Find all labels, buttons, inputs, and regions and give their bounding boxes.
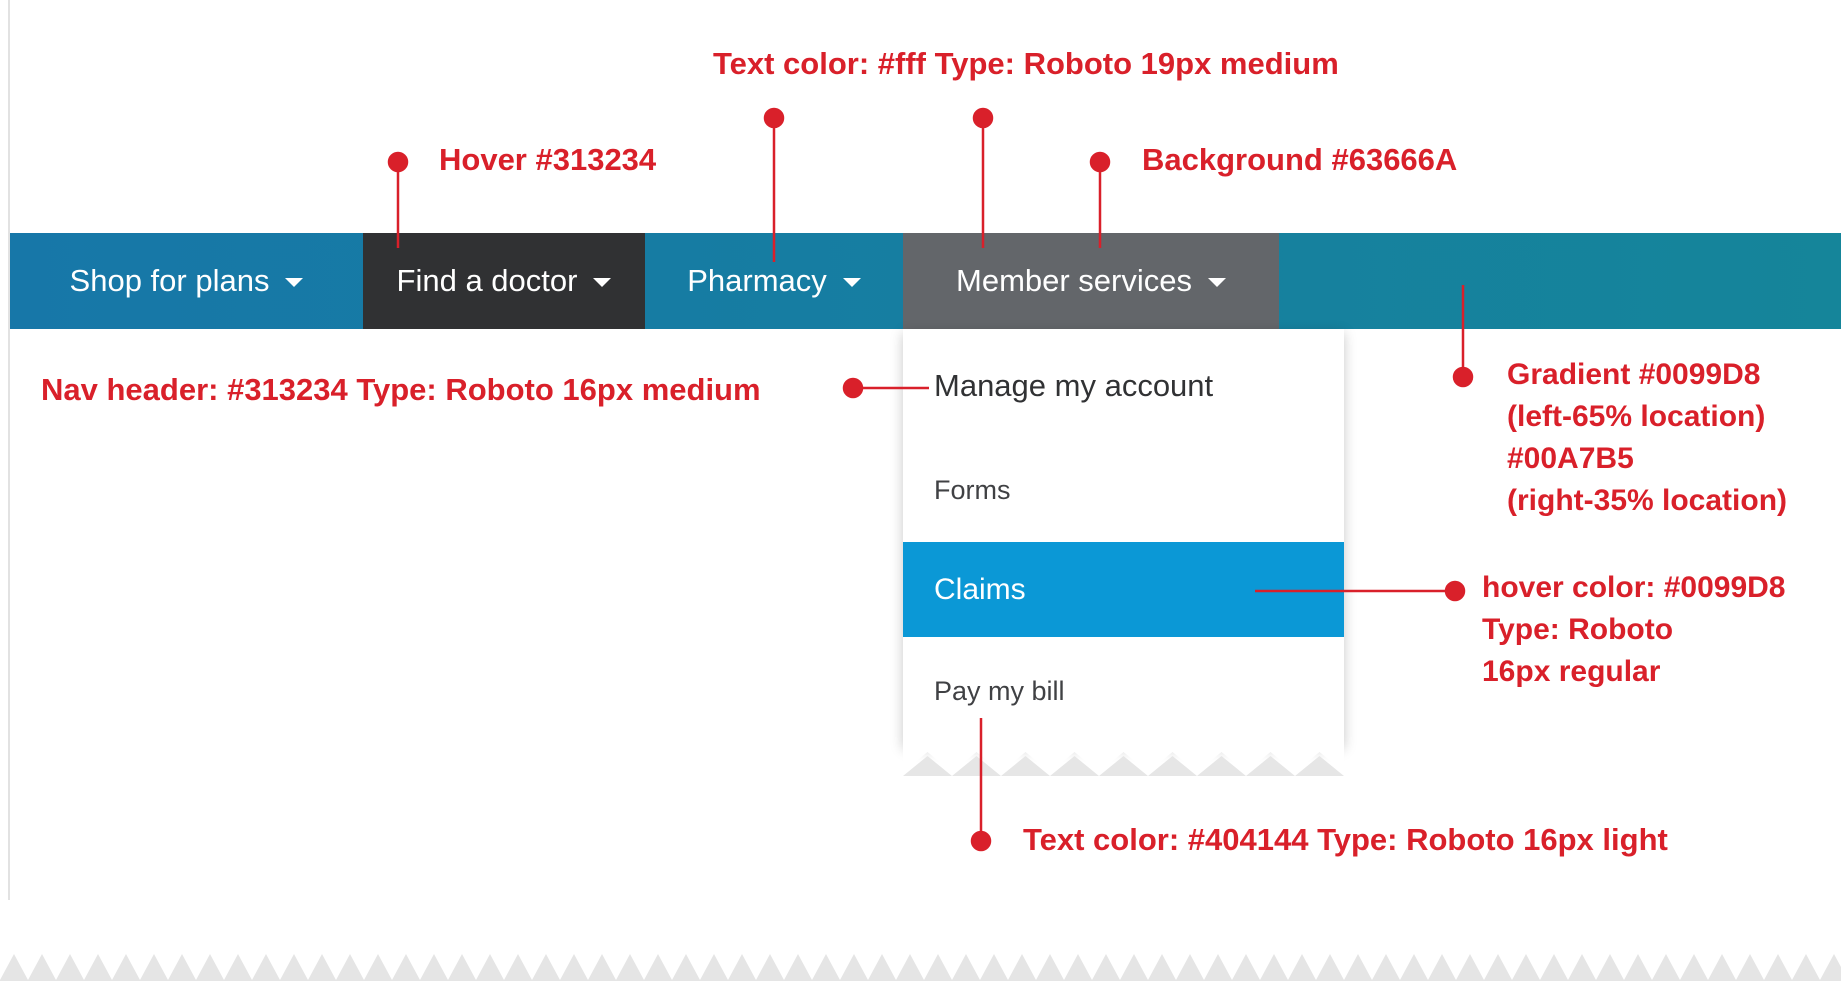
annotation-nav-header: Nav header: #313234 Type: Roboto 16px me…: [41, 372, 761, 407]
annotation-gradient-line: #00A7B5: [1507, 442, 1634, 475]
annotation-gradient-line: (left-65% location): [1507, 400, 1766, 433]
annotation-gradient-line: Gradient #0099D8: [1507, 358, 1761, 391]
annotation-dropdown-text-color: Text color: #404144 Type: Roboto 16px li…: [1023, 822, 1668, 857]
annotation-dropdown-hover: hover color: #0099D8 Type: Roboto 16px r…: [1482, 567, 1785, 693]
annotation-dropdown-hover-line: hover color: #0099D8: [1482, 571, 1786, 604]
annotation-nav-hover: Hover #313234: [439, 142, 657, 177]
annotation-dropdown-hover-line: Type: Roboto: [1482, 613, 1674, 646]
annotation-gradient-line: (right-35% location): [1507, 484, 1788, 517]
page-torn-edge: [0, 954, 1841, 981]
annotation-nav-text-color: Text color: #fff Type: Roboto 19px mediu…: [713, 46, 1339, 81]
annotation-dropdown-hover-line: 16px regular: [1482, 655, 1661, 688]
annotation-active-background: Background #63666A: [1142, 142, 1458, 177]
annotation-gradient: Gradient #0099D8 (left-65% location) #00…: [1507, 354, 1787, 522]
